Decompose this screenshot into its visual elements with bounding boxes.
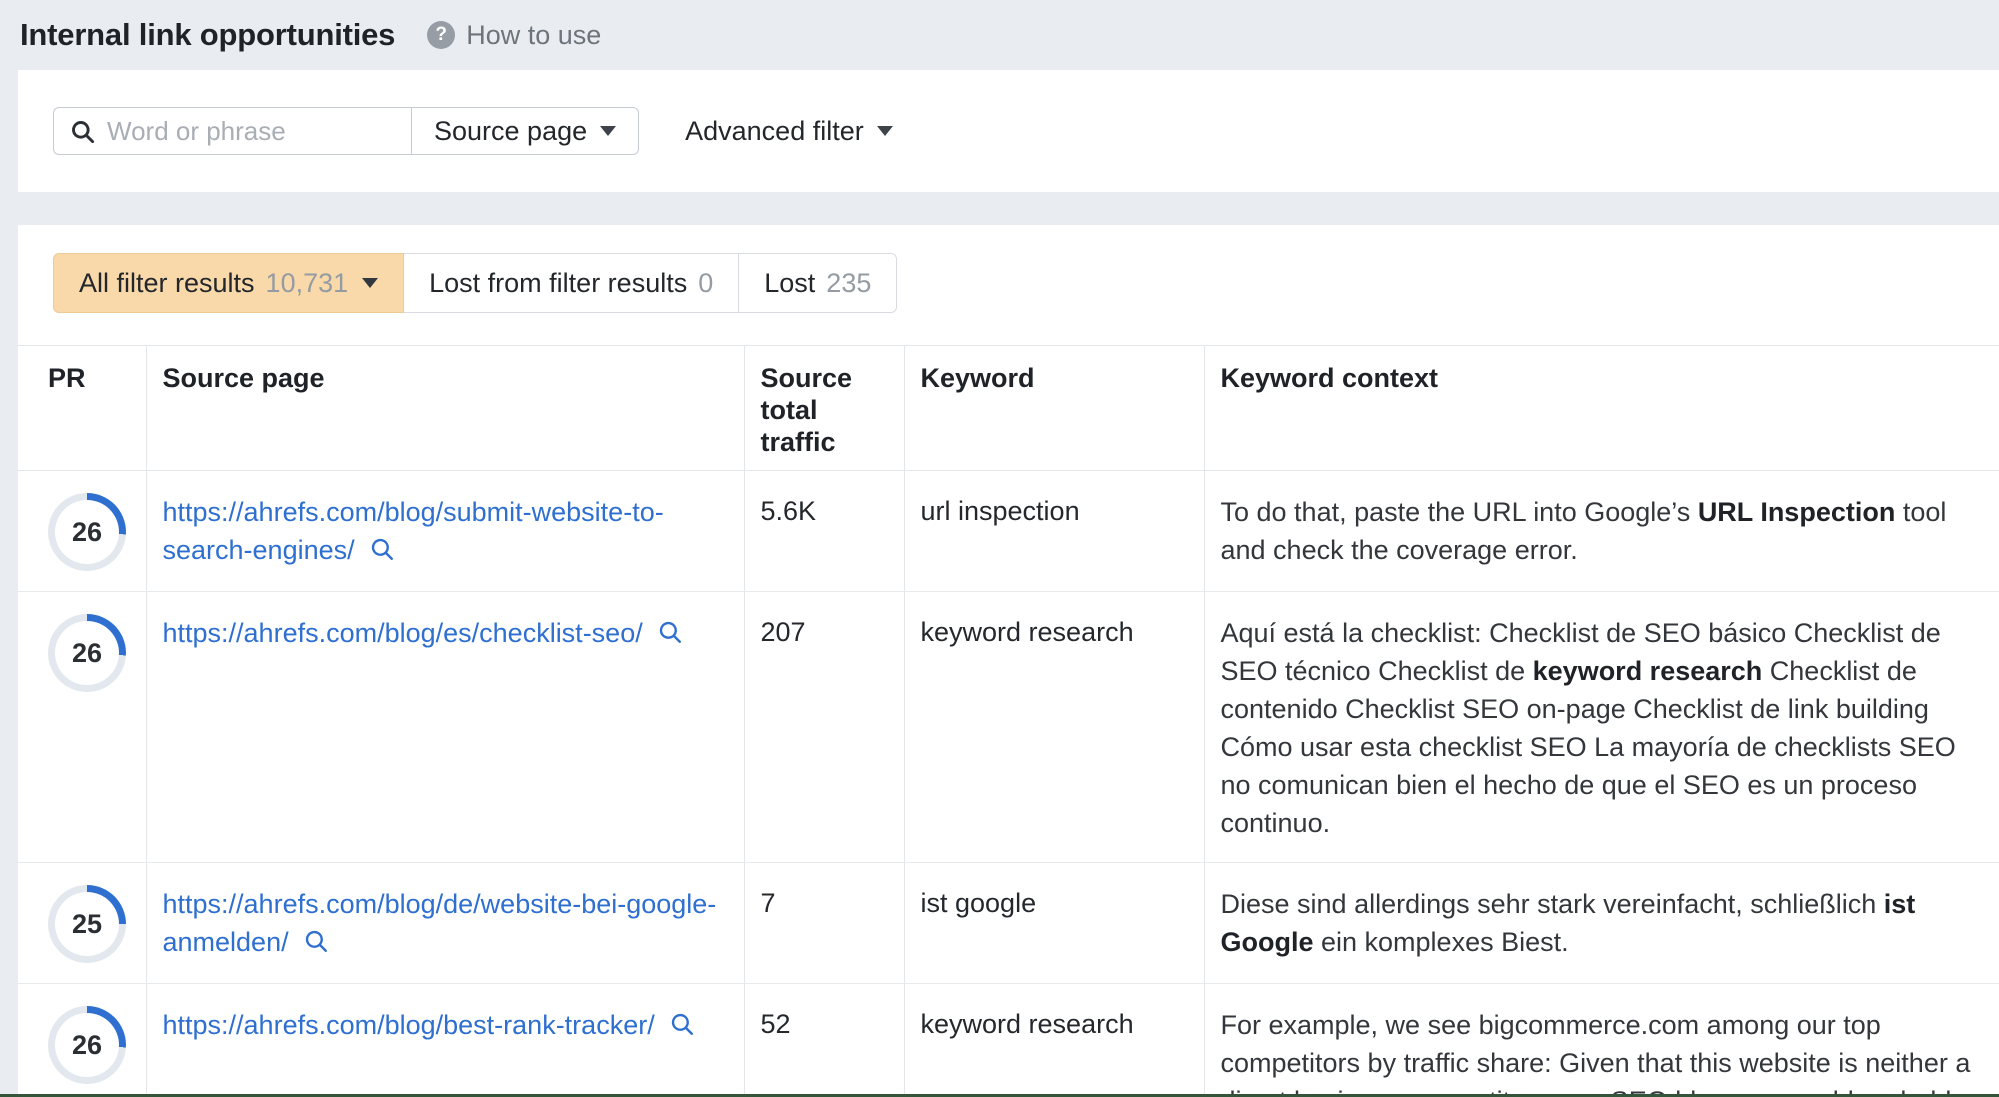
how-to-use-link[interactable]: ? How to use [427,20,601,51]
keyword-context-cell: Diese sind allerdings sehr stark vereinf… [1203,862,1999,984]
search-input-group: Source page [53,107,640,155]
tab-label: All filter results [79,267,255,298]
search-icon [72,120,95,143]
keyword-cell: keyword research [903,983,1204,1097]
search-box[interactable] [53,107,411,155]
page-header: Internal link opportunities ? How to use [0,0,1999,70]
results-panel: All filter results 10,731 Lost from filt… [18,225,1999,1097]
column-header-keyword: Keyword [903,345,1204,471]
magnifier-icon [660,621,682,643]
source-page-link[interactable]: https://ahrefs.com/blog/best-rank-tracke… [163,1010,696,1040]
column-header-keyword-context: Keyword context [1203,345,1999,471]
chevron-down-icon [362,278,379,288]
source-total-traffic-cell: 52 [743,983,904,1097]
pr-score-value: 26 [55,1013,119,1077]
table-header-row: PR Source page Source total traffic Keyw… [18,345,1999,471]
keyword-context-cell: For example, we see bigcommerce.com amon… [1203,983,1999,1097]
how-to-use-label: How to use [466,19,602,50]
pr-score-ring: 25 [48,885,126,963]
keyword-cell: url inspection [903,470,1204,592]
page-title: Internal link opportunities [20,17,396,52]
advanced-filter-dropdown[interactable]: Advanced filter [685,116,893,147]
magnifier-icon [672,1013,694,1035]
source-page-label: Source page [434,115,588,146]
source-total-traffic-cell: 5.6K [743,470,904,592]
opportunities-table: PR Source page Source total traffic Keyw… [18,345,1999,1097]
keyword-cell: ist google [903,862,1204,984]
tab-count: 0 [698,267,714,298]
source-page-link[interactable]: https://ahrefs.com/blog/es/checklist-seo… [163,618,684,648]
pr-score-value: 25 [55,892,119,956]
tab-label: Lost from filter results [429,267,688,298]
pr-score-value: 26 [55,621,119,685]
column-header-source-total-traffic: Source total traffic [743,345,904,471]
filter-toolbar: Source page Advanced filter [18,70,1999,192]
table-row: 26 https://ahrefs.com/blog/submit-websit… [18,470,1999,592]
magnifier-icon [305,930,328,952]
chevron-down-icon [600,126,617,136]
tab-all-filter-results[interactable]: All filter results 10,731 [53,253,405,313]
pr-score-value: 26 [55,500,119,564]
tab-count: 10,731 [265,267,349,298]
source-page-link[interactable]: https://ahrefs.com/blog/de/website-bei-g… [163,889,717,957]
keyword-context-cell: Aquí está la checklist: Checklist de SEO… [1203,591,1999,863]
search-input[interactable] [107,115,411,147]
tab-lost-from-filter-results[interactable]: Lost from filter results 0 [403,253,740,313]
tab-count: 235 [826,267,872,298]
filter-result-tabs: All filter results 10,731 Lost from filt… [53,253,898,313]
keyword-context-cell: To do that, paste the URL into Google’s … [1203,470,1999,592]
magnifier-icon [371,538,394,560]
chevron-down-icon [876,126,893,136]
table-row: 26 https://ahrefs.com/blog/es/checklist-… [18,591,1999,863]
source-total-traffic-cell: 207 [743,591,904,863]
source-page-dropdown[interactable]: Source page [411,107,640,155]
advanced-filter-label: Advanced filter [685,115,864,146]
column-header-source-page: Source page [145,345,744,471]
pr-score-ring: 26 [48,1006,126,1084]
table-row: 25 https://ahrefs.com/blog/de/website-be… [18,862,1999,984]
pr-score-ring: 26 [48,614,126,692]
source-total-traffic-cell: 7 [743,862,904,984]
pr-score-ring: 26 [48,493,126,571]
column-header-pr: PR [18,345,146,471]
table-row: 26 https://ahrefs.com/blog/best-rank-tra… [18,983,1999,1097]
keyword-cell: keyword research [903,591,1204,863]
tab-label: Lost [764,267,816,298]
source-page-link[interactable]: https://ahrefs.com/blog/submit-website-t… [163,497,664,565]
tab-lost[interactable]: Lost 235 [738,253,898,313]
help-icon: ? [427,21,456,49]
